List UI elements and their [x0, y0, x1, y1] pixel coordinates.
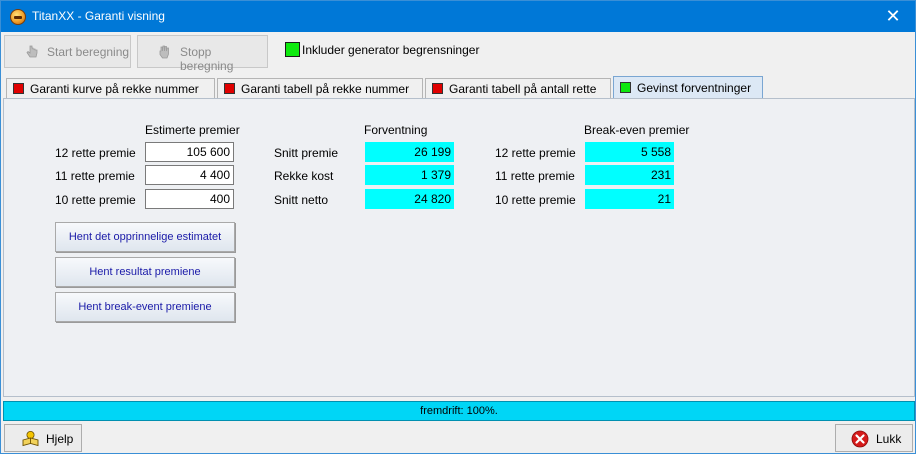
- expectation-value: 24 820: [365, 189, 454, 209]
- tab-garanti-tabell-antall[interactable]: Garanti tabell på antall rette: [425, 78, 611, 99]
- close-circle-icon: [851, 430, 869, 448]
- expectation-value: 26 199: [365, 142, 454, 162]
- help-book-icon: [22, 431, 39, 447]
- close-label: Lukk: [876, 432, 902, 446]
- tab-label: Garanti tabell på rekke nummer: [241, 82, 410, 96]
- help-label: Hjelp: [46, 432, 74, 446]
- progress-text: fremdrift: 100%.: [420, 405, 498, 417]
- estimate-row-label: 11 rette premie: [55, 169, 135, 183]
- expectation-header: Forventning: [364, 123, 428, 137]
- start-calculation-label: Start beregning: [47, 45, 130, 59]
- tab-status-indicator: [620, 82, 631, 93]
- fetch-result-premiums-button[interactable]: Hent resultat premiene: [55, 257, 235, 287]
- app-icon: [10, 9, 26, 25]
- window-close-button[interactable]: ✕: [871, 1, 915, 32]
- hand-stop-icon: [159, 45, 169, 59]
- tab-status-indicator: [13, 83, 24, 94]
- gevinst-panel: Estimerte premier 12 rette premie 105 60…: [3, 98, 915, 397]
- estimate-11-input[interactable]: 4 400: [145, 165, 234, 185]
- tab-label: Garanti tabell på antall rette: [449, 82, 597, 96]
- breakeven-row-label: 11 rette premie: [495, 169, 575, 183]
- include-generator-label[interactable]: Inkluder generator begrensninger: [302, 43, 479, 57]
- expectation-row-label: Snitt netto: [274, 193, 329, 207]
- close-button[interactable]: Lukk: [835, 424, 913, 452]
- breakeven-value: 5 558: [585, 142, 674, 162]
- tab-status-indicator: [432, 83, 443, 94]
- breakeven-value: 231: [585, 165, 674, 185]
- expectation-row-label: Rekke kost: [274, 169, 334, 183]
- toolbar: Start beregning Stopp beregning Inkluder…: [4, 34, 914, 73]
- breakeven-row-label: 12 rette premie: [495, 146, 576, 160]
- start-calculation-button[interactable]: Start beregning: [4, 35, 131, 68]
- tab-status-indicator: [224, 83, 235, 94]
- include-generator-checkbox[interactable]: [285, 42, 300, 57]
- estimates-header: Estimerte premier: [145, 123, 240, 137]
- tab-gevinst-forventninger[interactable]: Gevinst forventninger: [613, 76, 763, 99]
- breakeven-value: 21: [585, 189, 674, 209]
- help-button[interactable]: Hjelp: [4, 424, 82, 452]
- estimate-row-label: 12 rette premie: [55, 146, 136, 160]
- title-bar: TitanXX - Garanti visning ✕: [1, 1, 915, 32]
- tab-label: Gevinst forventninger: [637, 81, 752, 95]
- tab-garanti-kurve[interactable]: Garanti kurve på rekke nummer: [6, 78, 215, 99]
- fetch-breakeven-premiums-button[interactable]: Hent break-event premiene: [55, 292, 235, 322]
- estimate-12-input[interactable]: 105 600: [145, 142, 234, 162]
- hand-pointer-icon: [26, 45, 38, 58]
- stop-calculation-label: Stopp beregning: [180, 45, 234, 73]
- estimate-row-label: 10 rette premie: [55, 193, 136, 207]
- expectation-value: 1 379: [365, 165, 454, 185]
- breakeven-row-label: 10 rette premie: [495, 193, 576, 207]
- expectation-row-label: Snitt premie: [274, 146, 339, 160]
- breakeven-header: Break-even premier: [584, 123, 690, 137]
- tab-garanti-tabell-rekke[interactable]: Garanti tabell på rekke nummer: [217, 78, 423, 99]
- app-window: TitanXX - Garanti visning ✕ Start beregn…: [0, 0, 916, 454]
- window-title: TitanXX - Garanti visning: [32, 9, 165, 23]
- stop-calculation-button[interactable]: Stopp beregning: [137, 35, 268, 73]
- estimate-10-input[interactable]: 400: [145, 189, 234, 209]
- fetch-original-estimate-button[interactable]: Hent det opprinnelige estimatet: [55, 222, 235, 252]
- tab-label: Garanti kurve på rekke nummer: [30, 82, 199, 96]
- progress-bar: fremdrift: 100%.: [3, 401, 915, 421]
- tab-strip: Garanti kurve på rekke nummer Garanti ta…: [4, 76, 914, 99]
